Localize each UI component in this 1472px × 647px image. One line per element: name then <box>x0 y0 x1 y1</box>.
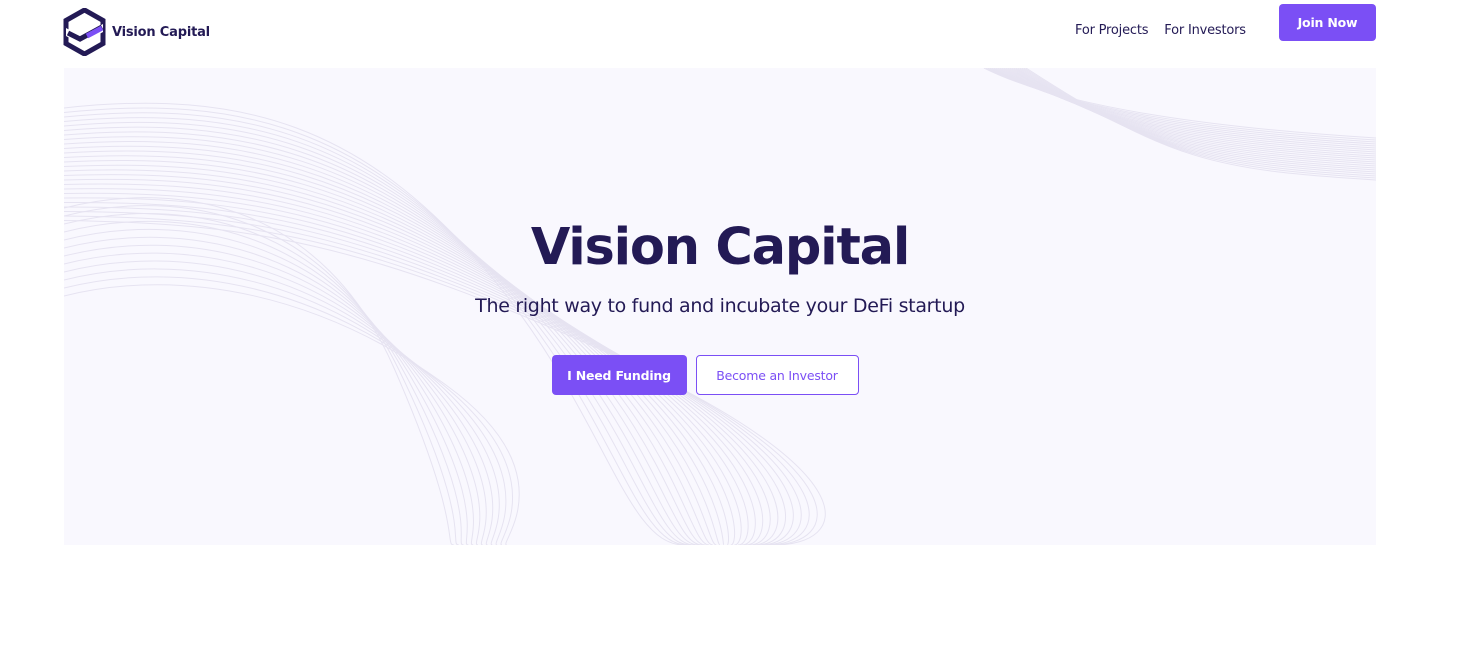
hero-cta-row: I Need Funding Become an Investor <box>64 355 1376 395</box>
top-nav: For Projects For Investors <box>1075 23 1246 38</box>
hexagon-logo-icon <box>63 8 106 56</box>
hero-section: Vision Capital The right way to fund and… <box>64 68 1376 545</box>
hero-subtitle: The right way to fund and incubate your … <box>475 295 965 317</box>
nav-link-for-projects[interactable]: For Projects <box>1075 23 1148 38</box>
page: Vision Capital For Projects For Investor… <box>0 0 1472 647</box>
join-now-button[interactable]: Join Now <box>1279 4 1376 41</box>
logo-text: Vision Capital <box>112 24 210 40</box>
hero-title: Vision Capital <box>530 218 911 277</box>
become-investor-button[interactable]: Become an Investor <box>695 355 859 395</box>
need-funding-button[interactable]: I Need Funding <box>551 355 687 395</box>
nav-link-for-investors[interactable]: For Investors <box>1164 23 1246 38</box>
logo-link[interactable]: Vision Capital <box>63 8 210 56</box>
